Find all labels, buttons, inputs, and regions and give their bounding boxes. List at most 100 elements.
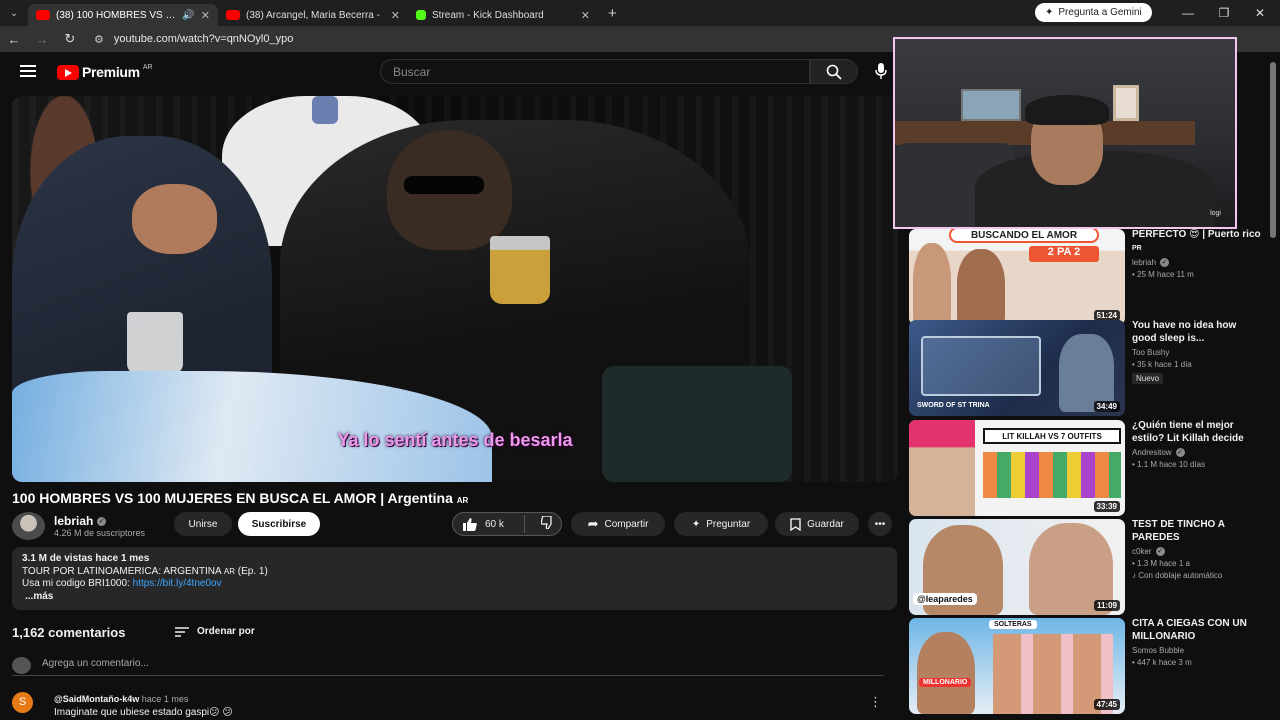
recommendation-title[interactable]: TEST DE TINCHO A PAREDES: [1132, 519, 1262, 544]
youtube-logo[interactable]: Premium AR: [57, 64, 153, 80]
reload-icon[interactable]: ↻: [56, 31, 84, 47]
video-face-left: [132, 184, 217, 254]
recommendation-info: You have no idea how good sleep is... To…: [1132, 320, 1262, 384]
search-button[interactable]: [810, 59, 858, 84]
channel-row: lebriah ✓ 4.26 M de suscriptores Unirse S…: [12, 512, 898, 542]
share-button[interactable]: ➦ Compartir: [571, 512, 665, 536]
thumbnail-text: BUSCANDO EL AMOR: [949, 229, 1099, 243]
tab-search-chevron-icon[interactable]: ⌄: [0, 0, 28, 26]
commenter-avatar[interactable]: S: [12, 692, 33, 713]
close-tab-icon[interactable]: ✕: [201, 9, 210, 22]
microphone-icon[interactable]: [872, 62, 890, 80]
recommendation-title[interactable]: ¿Quién tiene el mejor estilo? Lit Killah…: [1132, 420, 1262, 445]
browser-tab-kick[interactable]: Stream - Kick Dashboard ✕: [408, 4, 598, 26]
recommendation-item[interactable]: LIT KILLAH VS 7 OUTFITS 33:39 ¿Quién tie…: [909, 420, 1269, 516]
recommendation-meta-text: 25 M hace 11 m: [1137, 270, 1194, 279]
video-duration: 11:09: [1093, 600, 1120, 611]
recommendation-item[interactable]: @leaparedes 11:09 TEST DE TINCHO A PARED…: [909, 519, 1269, 615]
recommendation-thumbnail[interactable]: SWORD OF ST TRINA 34:49: [909, 320, 1125, 416]
tab-title: (38) Arcangel, Maria Becerra -: [246, 9, 380, 21]
youtube-favicon-icon: [226, 10, 240, 20]
sort-by-button[interactable]: Ordenar por: [175, 626, 255, 637]
minimize-icon[interactable]: —: [1170, 0, 1206, 26]
gemini-button[interactable]: ✦ Pregunta a Gemini: [1035, 3, 1152, 22]
description-box[interactable]: 3.1 M de vistas hace 1 mes TOUR POR LATI…: [12, 547, 897, 610]
save-button[interactable]: Guardar: [775, 512, 859, 536]
channel-name[interactable]: lebriah ✓: [54, 514, 107, 528]
channel-name-text: lebriah: [54, 514, 94, 528]
verified-check-icon: ✓: [1160, 258, 1170, 267]
subscribe-button[interactable]: Suscribirse: [238, 512, 320, 536]
forward-arrow-icon[interactable]: →: [28, 32, 56, 47]
subscribe-button-label: Suscribirse: [251, 518, 307, 530]
video-player[interactable]: Ya lo sentí antes de besarla: [12, 96, 898, 482]
close-tab-icon[interactable]: ✕: [581, 9, 590, 22]
recommendation-title[interactable]: PERFECTO 😍 | Puerto rico PR: [1132, 229, 1262, 255]
ask-button[interactable]: ✦ Preguntar: [674, 512, 768, 536]
search-input[interactable]: Buscar: [380, 59, 810, 84]
dislike-button[interactable]: [540, 515, 555, 532]
comment-menu-icon[interactable]: ⋮: [869, 694, 882, 710]
recommendation-channel[interactable]: lebriah ✓: [1132, 258, 1262, 267]
recommendation-thumbnail[interactable]: BUSCANDO EL AMOR 2 PA 2 51:24: [909, 229, 1125, 325]
recommendation-channel[interactable]: Andresitow ✓: [1132, 448, 1262, 457]
restore-icon[interactable]: ❐: [1206, 0, 1242, 26]
video-duration: 34:49: [1093, 401, 1120, 412]
video-sunglasses: [404, 176, 484, 194]
recommendation-thumbnail[interactable]: SOLTERAS MILLONARIO 47:45: [909, 618, 1125, 714]
recommendation-meta-text: 1.1 M hace 10 días: [1137, 460, 1206, 469]
sparkle-icon: ✦: [691, 518, 701, 530]
recommendation-channel-text: lebriah: [1132, 258, 1157, 267]
new-tab-plus-icon[interactable]: +: [598, 5, 627, 22]
recommendation-meta: • 35 k hace 1 día: [1132, 360, 1192, 369]
thumbnail-text: @leaparedes: [913, 593, 977, 605]
thumbnail-person: [913, 243, 951, 325]
back-arrow-icon[interactable]: ←: [0, 32, 28, 47]
url-field[interactable]: ⚙ youtube.com/watch?v=qnNOyl0_ypo: [94, 33, 293, 46]
sparkle-icon: ✦: [1045, 7, 1054, 18]
menu-hamburger-icon[interactable]: [20, 65, 36, 77]
thumbs-down-icon: [540, 515, 552, 530]
recommendation-channel[interactable]: c0ker ✓: [1132, 547, 1262, 556]
recommendation-channel-text: Andresitow: [1132, 448, 1172, 457]
recommendation-thumbnail[interactable]: LIT KILLAH VS 7 OUTFITS 33:39: [909, 420, 1125, 516]
view-count-date: 3.1 M de vistas hace 1 mes: [22, 553, 150, 564]
webcam-frame: [1113, 85, 1139, 121]
thumbnail-text: SWORD OF ST TRINA: [917, 402, 990, 409]
browser-tab-youtube-music[interactable]: (38) Arcangel, Maria Becerra - ✕: [218, 4, 408, 26]
audio-playing-icon[interactable]: 🔊: [182, 10, 194, 21]
recommendation-meta: • 447 k hace 3 m: [1132, 658, 1192, 667]
like-button[interactable]: 60 k: [463, 517, 504, 531]
join-button[interactable]: Unirse: [174, 512, 232, 536]
thumbs-up-icon: [463, 517, 477, 531]
recommendation-channel[interactable]: Too Bushy: [1132, 348, 1262, 357]
video-cup-left: [127, 312, 183, 374]
dubbing-text: Con doblaje automático: [1138, 571, 1223, 580]
recommendation-title[interactable]: CITA A CIEGAS CON UN MILLONARIO: [1132, 618, 1262, 643]
add-comment-field[interactable]: Agrega un comentario...: [12, 656, 884, 676]
channel-avatar[interactable]: [12, 512, 45, 540]
more-actions-button[interactable]: •••: [868, 512, 892, 536]
thumbnail-text: LIT KILLAH VS 7 OUTFITS: [983, 428, 1121, 444]
page-scrollbar[interactable]: [1270, 62, 1276, 238]
recommendation-item[interactable]: SWORD OF ST TRINA 34:49 You have no idea…: [909, 320, 1269, 416]
recommendation-item[interactable]: SOLTERAS MILLONARIO 47:45 CITA A CIEGAS …: [909, 618, 1269, 714]
recommendation-item[interactable]: BUSCANDO EL AMOR 2 PA 2 51:24 PERFECTO 😍…: [909, 229, 1269, 325]
recommendation-title[interactable]: You have no idea how good sleep is...: [1132, 320, 1262, 345]
share-arrow-icon: ➦: [587, 516, 599, 531]
join-button-label: Unirse: [188, 518, 218, 530]
recommendation-thumbnail[interactable]: @leaparedes 11:09: [909, 519, 1125, 615]
stream-webcam-overlay: logi: [893, 37, 1237, 229]
verified-check-icon: ✓: [97, 516, 107, 526]
show-more-link[interactable]: ...más: [25, 591, 887, 604]
description-link[interactable]: https://bit.ly/4tne0ov: [133, 578, 222, 589]
close-tab-icon[interactable]: ✕: [391, 9, 400, 22]
new-badge: Nuevo: [1132, 373, 1164, 384]
comment-author[interactable]: @SaidMontaño-k4w: [54, 694, 139, 704]
site-info-icon[interactable]: ⚙: [94, 33, 104, 46]
logo-text: Premium: [82, 64, 140, 80]
close-window-icon[interactable]: ✕: [1242, 0, 1278, 26]
user-avatar: [12, 657, 31, 674]
browser-tab-youtube-video[interactable]: (38) 100 HOMBRES VS 100 🔊 ✕: [28, 4, 218, 26]
recommendation-channel[interactable]: Somos Bubble: [1132, 646, 1262, 655]
